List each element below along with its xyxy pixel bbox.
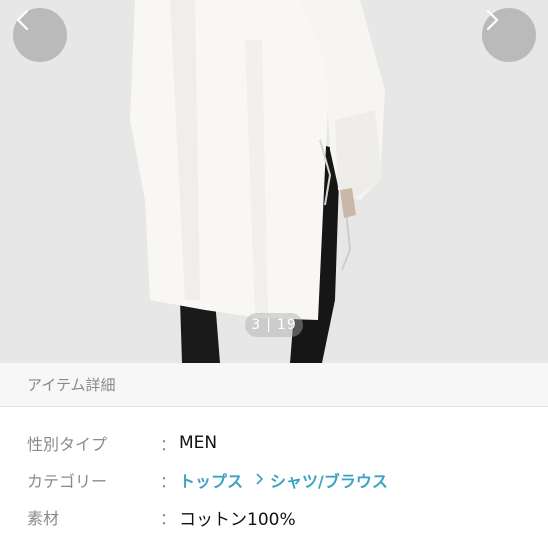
- material-label: 素材: [27, 509, 60, 528]
- next-image-button[interactable]: [482, 8, 536, 62]
- image-counter-total: 19: [276, 317, 297, 333]
- image-counter-separator: |: [266, 317, 272, 333]
- item-details-title: アイテム詳細: [27, 376, 116, 394]
- chevron-left-icon: [16, 9, 29, 31]
- chevron-right-icon: [255, 471, 264, 490]
- item-details-header: アイテム詳細: [0, 363, 548, 407]
- gender-value: MEN: [179, 433, 218, 453]
- gender-label: 性別タイプ: [27, 435, 108, 454]
- previous-image-button[interactable]: [13, 8, 67, 62]
- detail-row-material: 素材 ： コットン100%: [0, 502, 548, 532]
- image-counter: 3 | 19: [245, 313, 303, 337]
- category-link-tops[interactable]: トップス: [179, 468, 243, 492]
- material-colon: ：: [160, 509, 177, 528]
- product-image: [0, 0, 548, 363]
- material-value: コットン100%: [179, 509, 296, 530]
- image-counter-current: 3: [251, 317, 262, 333]
- category-colon: ：: [160, 472, 177, 491]
- product-photo[interactable]: 3 | 19: [0, 0, 548, 363]
- chevron-right-icon: [486, 9, 499, 31]
- gender-colon: ：: [160, 435, 177, 454]
- category-link-shirts[interactable]: シャツ/ブラウス: [270, 468, 388, 492]
- detail-row-category: カテゴリー ： トップス シャツ/ブラウス: [0, 465, 548, 495]
- detail-row-gender: 性別タイプ ： MEN: [0, 428, 548, 458]
- category-breadcrumb: トップス シャツ/ブラウス: [179, 468, 388, 492]
- category-label: カテゴリー: [27, 472, 108, 491]
